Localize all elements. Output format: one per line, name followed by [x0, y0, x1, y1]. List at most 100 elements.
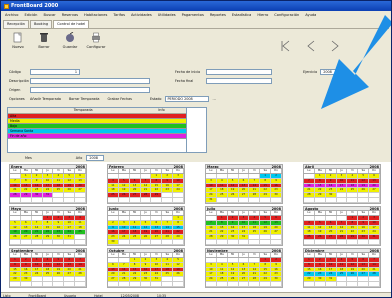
- day-cell[interactable]: [20, 197, 32, 203]
- day-cell[interactable]: [216, 281, 228, 287]
- day-cell[interactable]: [10, 239, 21, 245]
- season-row-fin-ano[interactable]: Fin de año: [8, 134, 186, 139]
- day-cell[interactable]: [162, 239, 174, 245]
- day-cell[interactable]: [151, 239, 163, 245]
- save-dates-button[interactable]: Grabar Fechas: [107, 97, 132, 101]
- day-cell[interactable]: [75, 197, 86, 203]
- day-cell[interactable]: [238, 239, 250, 245]
- day-cell[interactable]: [42, 281, 54, 287]
- day-cell[interactable]: [358, 239, 370, 245]
- menu-pagamentos[interactable]: Pagamentos: [182, 13, 204, 17]
- day-cell[interactable]: [347, 281, 359, 287]
- day-cell[interactable]: [325, 239, 337, 245]
- day-cell[interactable]: [108, 197, 119, 203]
- first-icon[interactable]: [279, 39, 291, 53]
- menu-buscar[interactable]: Buscar: [43, 13, 55, 17]
- day-cell[interactable]: [325, 197, 337, 203]
- origen-input[interactable]: [30, 86, 150, 93]
- day-cell[interactable]: [206, 281, 217, 287]
- day-cell[interactable]: [249, 197, 261, 203]
- day-cell[interactable]: [173, 197, 184, 203]
- day-cell[interactable]: [216, 197, 228, 203]
- descripcion-input[interactable]: [30, 77, 150, 84]
- day-cell[interactable]: [369, 281, 380, 287]
- day-cell[interactable]: [162, 281, 174, 287]
- day-cell[interactable]: [64, 239, 76, 245]
- day-cell[interactable]: [151, 281, 163, 287]
- day-cell[interactable]: [206, 239, 217, 245]
- day-cell[interactable]: [314, 281, 326, 287]
- day-cell[interactable]: [118, 281, 130, 287]
- day-cell[interactable]: [31, 197, 43, 203]
- codigo-input[interactable]: 1: [30, 68, 80, 75]
- day-cell[interactable]: [64, 281, 76, 287]
- day-cell[interactable]: 30: [108, 239, 119, 245]
- day-cell[interactable]: [238, 197, 250, 203]
- day-cell[interactable]: [53, 239, 65, 245]
- day-cell[interactable]: [304, 239, 315, 245]
- day-cell[interactable]: [216, 239, 228, 245]
- menu-reportes[interactable]: Reportes: [210, 13, 226, 17]
- day-cell[interactable]: [227, 239, 239, 245]
- day-cell[interactable]: [358, 281, 370, 287]
- day-cell[interactable]: [314, 239, 326, 245]
- menu-configuracion[interactable]: Configuración: [274, 13, 299, 17]
- day-cell[interactable]: [20, 239, 32, 245]
- day-cell[interactable]: [347, 197, 359, 203]
- delete-season-button[interactable]: Borrar Temporada: [69, 97, 100, 101]
- save-button[interactable]: Guardar: [59, 32, 81, 49]
- prev-icon[interactable]: [305, 39, 317, 53]
- day-cell[interactable]: [304, 281, 315, 287]
- day-cell[interactable]: [227, 281, 239, 287]
- estado-input[interactable]: PERIODO 2008: [164, 95, 209, 102]
- menu-actividades[interactable]: Actividades: [131, 13, 152, 17]
- tab-recepcion[interactable]: Recepción: [3, 20, 29, 28]
- day-cell[interactable]: [108, 281, 119, 287]
- day-cell[interactable]: [369, 239, 380, 245]
- day-cell[interactable]: [271, 281, 282, 287]
- day-cell[interactable]: [336, 281, 348, 287]
- day-cell[interactable]: [140, 197, 152, 203]
- day-cell[interactable]: [129, 197, 141, 203]
- day-cell[interactable]: [260, 239, 272, 245]
- day-cell[interactable]: [347, 239, 359, 245]
- day-cell[interactable]: [325, 281, 337, 287]
- day-cell[interactable]: [53, 281, 65, 287]
- day-cell[interactable]: [238, 281, 250, 287]
- day-cell[interactable]: [271, 197, 282, 203]
- fecha-inicio-input[interactable]: [206, 68, 272, 75]
- day-cell[interactable]: [162, 197, 174, 203]
- day-cell[interactable]: [118, 197, 130, 203]
- day-cell[interactable]: [260, 281, 272, 287]
- fecha-final-input[interactable]: [206, 77, 272, 84]
- ano-input[interactable]: 2008: [86, 154, 105, 161]
- tab-booking[interactable]: Booking: [29, 20, 53, 28]
- day-cell[interactable]: [260, 197, 272, 203]
- menu-tarifas[interactable]: Tarifas: [113, 13, 125, 17]
- add-season-button[interactable]: Añadir Temporada: [30, 97, 61, 101]
- day-cell[interactable]: [129, 281, 141, 287]
- delete-button[interactable]: Borrar: [33, 32, 55, 49]
- menu-habitaciones[interactable]: Habitaciones: [84, 13, 107, 17]
- day-cell[interactable]: [249, 239, 261, 245]
- day-cell[interactable]: [129, 239, 141, 245]
- day-cell[interactable]: [42, 197, 54, 203]
- day-cell[interactable]: [118, 239, 130, 245]
- day-cell[interactable]: [271, 239, 282, 245]
- menu-estadistica[interactable]: Estadística: [232, 13, 252, 17]
- day-cell[interactable]: [173, 239, 184, 245]
- day-cell[interactable]: [75, 239, 86, 245]
- day-cell[interactable]: [336, 197, 348, 203]
- day-cell[interactable]: [64, 197, 76, 203]
- day-cell[interactable]: [227, 197, 239, 203]
- menu-utilidades[interactable]: Utilidades: [158, 13, 176, 17]
- menu-edicion[interactable]: Edición: [24, 13, 37, 17]
- day-cell[interactable]: [249, 281, 261, 287]
- day-cell[interactable]: [369, 197, 380, 203]
- day-cell[interactable]: [31, 239, 43, 245]
- day-cell[interactable]: [20, 281, 32, 287]
- day-cell[interactable]: [314, 197, 326, 203]
- ellipsis-button[interactable]: ...: [213, 97, 216, 101]
- day-cell[interactable]: 31: [206, 197, 217, 203]
- day-cell[interactable]: [151, 197, 163, 203]
